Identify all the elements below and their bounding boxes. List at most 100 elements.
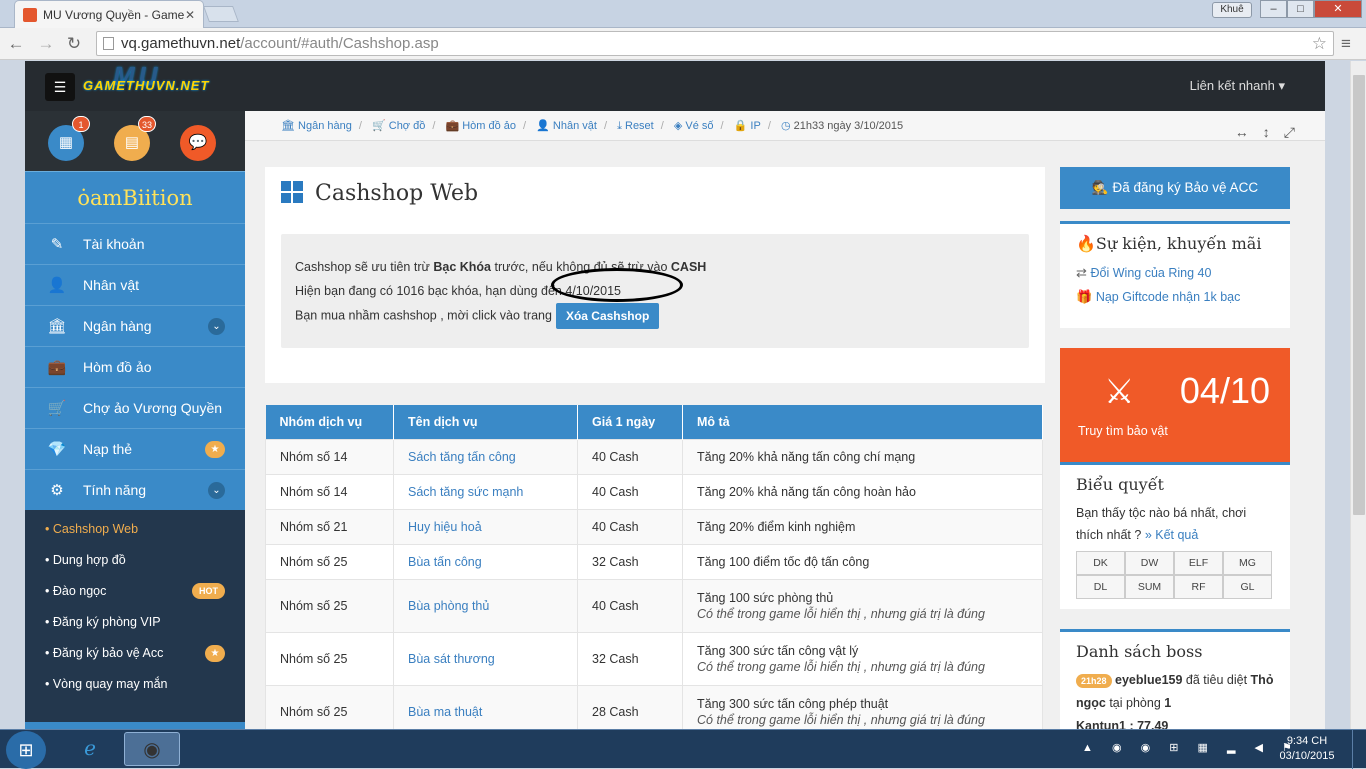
race-option[interactable]: SUM (1125, 575, 1174, 599)
submenu-cashshop-web[interactable]: • Cashshop Web (25, 514, 245, 545)
services-table-wrap: Nhóm dịch vụ Tên dịch vụ Giá 1 ngày Mô t… (265, 405, 1045, 729)
service-note: Có thể trong game lỗi hiển thị , nhưng g… (697, 606, 985, 621)
scrollbar-thumb[interactable] (1353, 75, 1365, 515)
text: đã tiêu diệt (1182, 673, 1251, 687)
start-button[interactable]: ⊞ (6, 731, 46, 769)
top-navbar: ☰ MU GAMETHUVN.NET Liên kết nhanh ▾ (25, 61, 1325, 111)
chrome-taskbar-icon[interactable]: ◉ (124, 732, 180, 766)
service-name-link-text[interactable]: Sách tăng sức mạnh (408, 485, 523, 499)
show-desktop-button[interactable] (1352, 730, 1366, 769)
browser-tab[interactable]: MU Vương Quyền - Game ✕ (14, 0, 204, 28)
clock-time: 9:34 CH (1286, 735, 1328, 747)
clock-icon: ◷ (780, 120, 794, 132)
window-close-button[interactable]: ✕ (1314, 0, 1362, 18)
submenu-label: • Đăng ký bảo vệ Acc (45, 646, 164, 660)
calendar-button[interactable]: ▦ 1 (48, 116, 90, 161)
race-option[interactable]: DK (1076, 551, 1125, 575)
sidebar-item-label: Nạp thẻ (83, 441, 133, 457)
system-tray-icons[interactable]: ▲ ◉ ◉ ⊞ ▦ ▂ ◀ ⚑ (1082, 741, 1300, 754)
ie-icon[interactable]: ℯ (62, 732, 118, 766)
service-name-link[interactable]: Huy hiệu hoả (393, 508, 578, 545)
service-description: Tăng 20% khả năng tấn công chí mạng (682, 438, 1043, 475)
reload-icon[interactable]: ↻ (64, 34, 84, 54)
service-name-link-text[interactable]: Sách tăng tấn công (408, 450, 516, 464)
race-option[interactable]: ELF (1174, 551, 1223, 575)
race-option[interactable]: RF (1174, 575, 1223, 599)
cards-button[interactable]: ▤ 33 (114, 116, 156, 161)
back-icon[interactable]: ← (6, 34, 26, 54)
tab-close-icon[interactable]: ✕ (185, 8, 195, 22)
page-scrollbar[interactable] (1350, 61, 1366, 729)
service-name-link[interactable]: Bùa ma thuật (393, 684, 578, 729)
sidebar-item-account[interactable]: ✎ Tài khoản (25, 223, 245, 264)
table-header-row: Nhóm dịch vụ Tên dịch vụ Giá 1 ngày Mô t… (265, 405, 1043, 439)
chat-button[interactable]: 💬 (180, 125, 216, 161)
sidebar-item-market[interactable]: 🛒 Chợ ảo Vương Quyền (25, 387, 245, 428)
service-name-link[interactable]: Sách tăng sức mạnh (393, 473, 578, 510)
service-name-link[interactable]: Bùa sát thương (393, 631, 578, 686)
event-link[interactable]: Đổi Wing của Ring 40 (1091, 266, 1212, 280)
breadcrumb-sep: / (720, 120, 724, 132)
service-name-link-text[interactable]: Huy hiệu hoả (408, 520, 482, 534)
bank-icon: 🏛 (281, 120, 299, 132)
sidebar-item-virtual-chest[interactable]: 💼 Hòm đồ ảo (25, 346, 245, 387)
bookmark-star-icon[interactable]: ☆ (1312, 32, 1327, 55)
submenu-item-lucky-wheel[interactable]: • Vòng quay may mắn (25, 669, 245, 700)
breadcrumb-character[interactable]: Nhân vật (553, 120, 597, 132)
submenu-item-account-protect[interactable]: • Đăng ký bảo vệ Acc ★ (25, 638, 245, 669)
sidebar-item-topup[interactable]: 💎 Nạp thẻ ★ (25, 428, 245, 469)
vote-results-link[interactable]: » Kết quả (1145, 528, 1199, 542)
breadcrumb-reset[interactable]: Reset (625, 120, 654, 132)
service-name-link-text[interactable]: Bùa tấn công (408, 555, 482, 569)
column-header: Giá 1 ngày (577, 405, 683, 439)
events-title-text: Sự kiện, khuyến mãi (1095, 234, 1262, 253)
sidebar-item-features[interactable]: ⚙ Tính năng ⌄ (25, 469, 245, 510)
breadcrumb-ip[interactable]: IP (750, 120, 760, 132)
taskbar-clock[interactable]: 9:34 CH 03/10/2015 (1276, 734, 1338, 764)
service-name-link-text[interactable]: Bùa ma thuật (408, 705, 482, 719)
service-description-text: Tăng 100 sức phòng thủ (697, 590, 834, 605)
table-row: Nhóm số 14 Sách tăng sức mạnh 40 Cash Tăng … (265, 473, 1043, 510)
sidebar-item-character[interactable]: 👤 Nhân vật (25, 264, 245, 305)
player-name[interactable]: eyeblue159 (1115, 673, 1182, 687)
room-number: 1 (1164, 696, 1172, 710)
maximize-button[interactable]: □ (1287, 0, 1314, 18)
chat-icon: 💬 (188, 134, 208, 151)
layout-tools[interactable]: ↔↕⤢ (1235, 117, 1309, 147)
address-bar[interactable]: vq.gamethuvn.net/account/#auth/Cashshop.… (96, 31, 1334, 56)
sidebar-item-bank[interactable]: 🏛 Ngân hàng ⌄ (25, 305, 245, 346)
new-tab-button[interactable] (203, 6, 239, 22)
event-item[interactable]: ⇄ Đổi Wing của Ring 40 (1076, 265, 1274, 281)
race-option[interactable]: GL (1223, 575, 1272, 599)
minimize-button[interactable]: – (1260, 0, 1287, 18)
sidebar-item-label: Chợ ảo Vương Quyền (83, 400, 223, 416)
quick-links-dropdown[interactable]: Liên kết nhanh ▾ (1190, 78, 1285, 94)
delete-cashshop-button[interactable]: Xóa Cashshop (555, 303, 660, 329)
service-name-link[interactable]: Sách tăng tấn công (393, 438, 578, 475)
breadcrumb-market[interactable]: Chợ đồ (389, 120, 426, 132)
event-link[interactable]: Nạp Giftcode nhận 1k bạc (1096, 290, 1241, 304)
race-option[interactable]: DW (1125, 551, 1174, 575)
submenu-item-gem-mining[interactable]: • Đào ngọc HOT (25, 576, 245, 607)
breadcrumb-bank[interactable]: Ngân hàng (298, 120, 352, 132)
profile-chip[interactable]: Khuê (1212, 2, 1252, 18)
submenu-item-fusion[interactable]: • Dung hợp đồ (25, 545, 245, 576)
forward-icon[interactable]: → (36, 34, 56, 54)
event-item[interactable]: 🎁 Nạp Giftcode nhận 1k bạc (1076, 289, 1274, 305)
menu-toggle-button[interactable]: ☰ (45, 73, 75, 101)
service-name-link[interactable]: Bùa phòng thủ (393, 578, 578, 633)
chrome-menu-icon[interactable]: ≡ (1341, 34, 1351, 54)
submenu-item-vip-room[interactable]: • Đăng ký phòng VIP (25, 607, 245, 638)
service-description: Tăng 20% điểm kinh nghiệm (682, 508, 1043, 545)
site-logo[interactable]: MU GAMETHUVN.NET (83, 61, 223, 101)
treasure-hunt-card[interactable]: ⚔ 04/10 Truy tìm bảo vật (1060, 348, 1290, 462)
race-option[interactable]: MG (1223, 551, 1272, 575)
race-option[interactable]: DL (1076, 575, 1125, 599)
account-protection-button[interactable]: 🕵 Đã đăng ký Bảo vệ ACC (1060, 167, 1290, 209)
breadcrumb-lottery[interactable]: Vé số (685, 120, 713, 132)
service-name-link-text[interactable]: Bùa sát thương (408, 652, 495, 666)
service-name-link-text[interactable]: Bùa phòng thủ (408, 599, 489, 613)
service-name-link[interactable]: Bùa tấn công (393, 543, 578, 580)
sidebar-shortcuts: ▦ 1 ▤ 33 💬 (25, 111, 245, 171)
breadcrumb-chest[interactable]: Hòm đồ ảo (462, 120, 516, 132)
